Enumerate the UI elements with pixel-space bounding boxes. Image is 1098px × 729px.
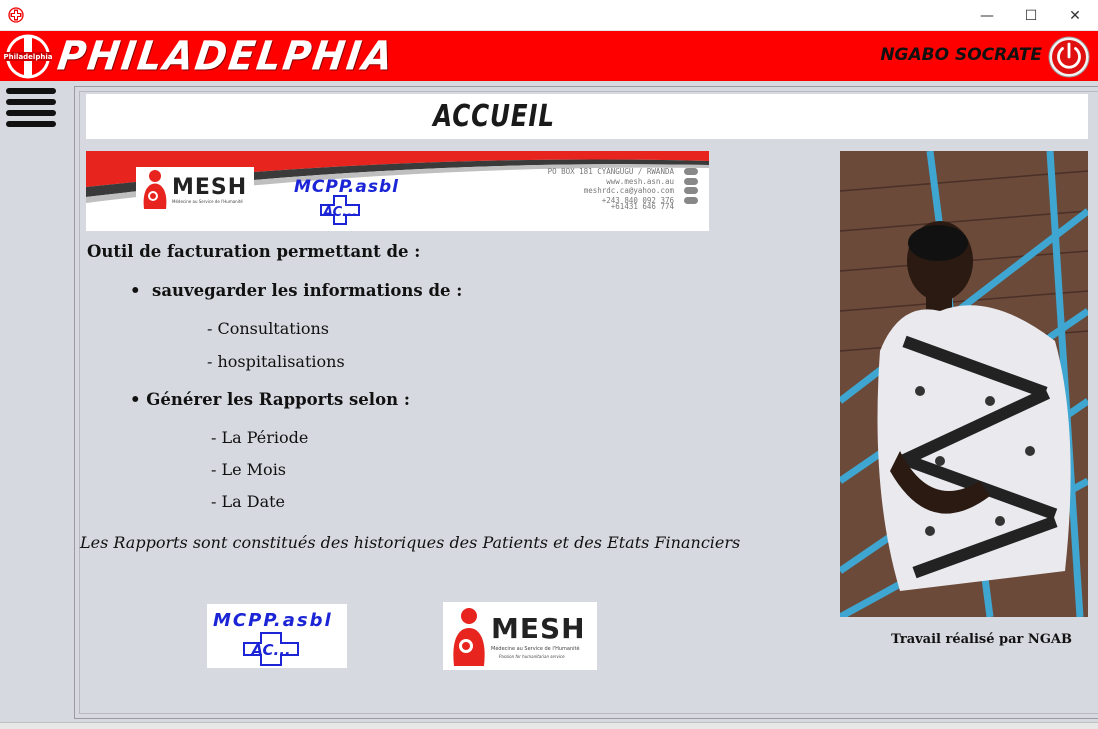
status-bar (0, 722, 1098, 729)
list-item: - La Date (211, 492, 286, 511)
banner-contact-block: PO BOX 181 CYANGUGU / RWANDA www.mesh.as… (522, 167, 698, 212)
author-credit: Travail réalisé par NGAB (891, 632, 1072, 647)
philadelphia-logo: Philadelphia (4, 34, 53, 79)
bullet-save: • sauvegarder les informations de : (130, 281, 462, 300)
mesh-mother-child-icon (143, 170, 167, 209)
current-user-name: NGABO SOCRATE (880, 45, 1042, 65)
app-cross-icon (8, 7, 24, 23)
reports-note: Les Rapports sont constitués des histori… (80, 533, 741, 552)
list-item: - hospitalisations (207, 352, 345, 371)
mesh-logo-sub: Médecine au Service de l'Humanité (491, 646, 580, 652)
power-icon[interactable] (1044, 35, 1090, 79)
list-item: - La Période (211, 428, 309, 447)
close-button[interactable]: ✕ (1052, 4, 1098, 28)
header-banner: MESH Médecine au Service de l'Humanité M… (86, 151, 709, 231)
contact-email: meshrdc.ca@yahoo.com (583, 186, 674, 196)
bullet-dot: • (130, 281, 153, 300)
banner-mesh-sub: Médecine au Service de l'Humanité (172, 199, 243, 204)
list-item: - Le Mois (211, 460, 287, 479)
minimize-button[interactable]: — (964, 4, 1010, 28)
banner-mesh-logo: MESH Médecine au Service de l'Humanité (136, 167, 254, 211)
mcpp-logo: MCPP.asbl AC... (207, 604, 347, 668)
contact-address: PO BOX 181 CYANGUGU / RWANDA (547, 167, 674, 177)
app-header: Philadelphia PHILADELPHIA NGABO SOCRATE (0, 31, 1098, 81)
bullet-reports: • Générer les Rapports selon : (130, 390, 410, 409)
author-photo (840, 151, 1088, 617)
contact-phone-2: +61431 646 774 (610, 202, 674, 212)
mesh-logo-tagline: Passion for humanitarian service (499, 654, 565, 659)
bullet-save-label: sauvegarder les informations de : (152, 281, 463, 300)
app-brand-title: PHILADELPHIA (54, 32, 398, 80)
page-title: ACCUEIL (433, 99, 555, 134)
bullet-reports-label: Générer les Rapports selon : (146, 390, 410, 409)
contact-website: www.mesh.asn.au (606, 176, 674, 186)
banner-mesh-name: MESH (172, 175, 248, 200)
page-title-bar: ACCUEIL (86, 94, 1088, 139)
window-titlebar: — ☐ ✕ (0, 0, 1098, 31)
mesh-logo: MESH Médecine au Service de l'Humanité P… (443, 602, 597, 670)
banner-mcpp-name: MCPP.asbl (294, 177, 399, 197)
logo-text: Philadelphia (4, 53, 53, 61)
mesh-mother-child-icon (453, 608, 485, 666)
svg-text:AC...: AC... (322, 205, 357, 220)
mcpp-cross-icon: AC... (320, 195, 360, 225)
mcpp-logo-name: MCPP.asbl (213, 610, 333, 631)
intro-text: Outil de facturation permettant de : (87, 242, 421, 261)
svg-text:AC...: AC... (250, 641, 290, 659)
maximize-button[interactable]: ☐ (1008, 4, 1054, 28)
bullet-dot: • (130, 390, 147, 409)
sidebar (0, 81, 74, 729)
mesh-logo-name: MESH (491, 612, 586, 645)
banner-mcpp-logo: MCPP.asbl AC... (294, 177, 404, 225)
author-photo-illustration (840, 151, 1088, 617)
list-item: - Consultations (207, 319, 329, 338)
mcpp-cross-icon: AC... (243, 632, 299, 666)
hamburger-menu-icon[interactable] (6, 88, 58, 128)
